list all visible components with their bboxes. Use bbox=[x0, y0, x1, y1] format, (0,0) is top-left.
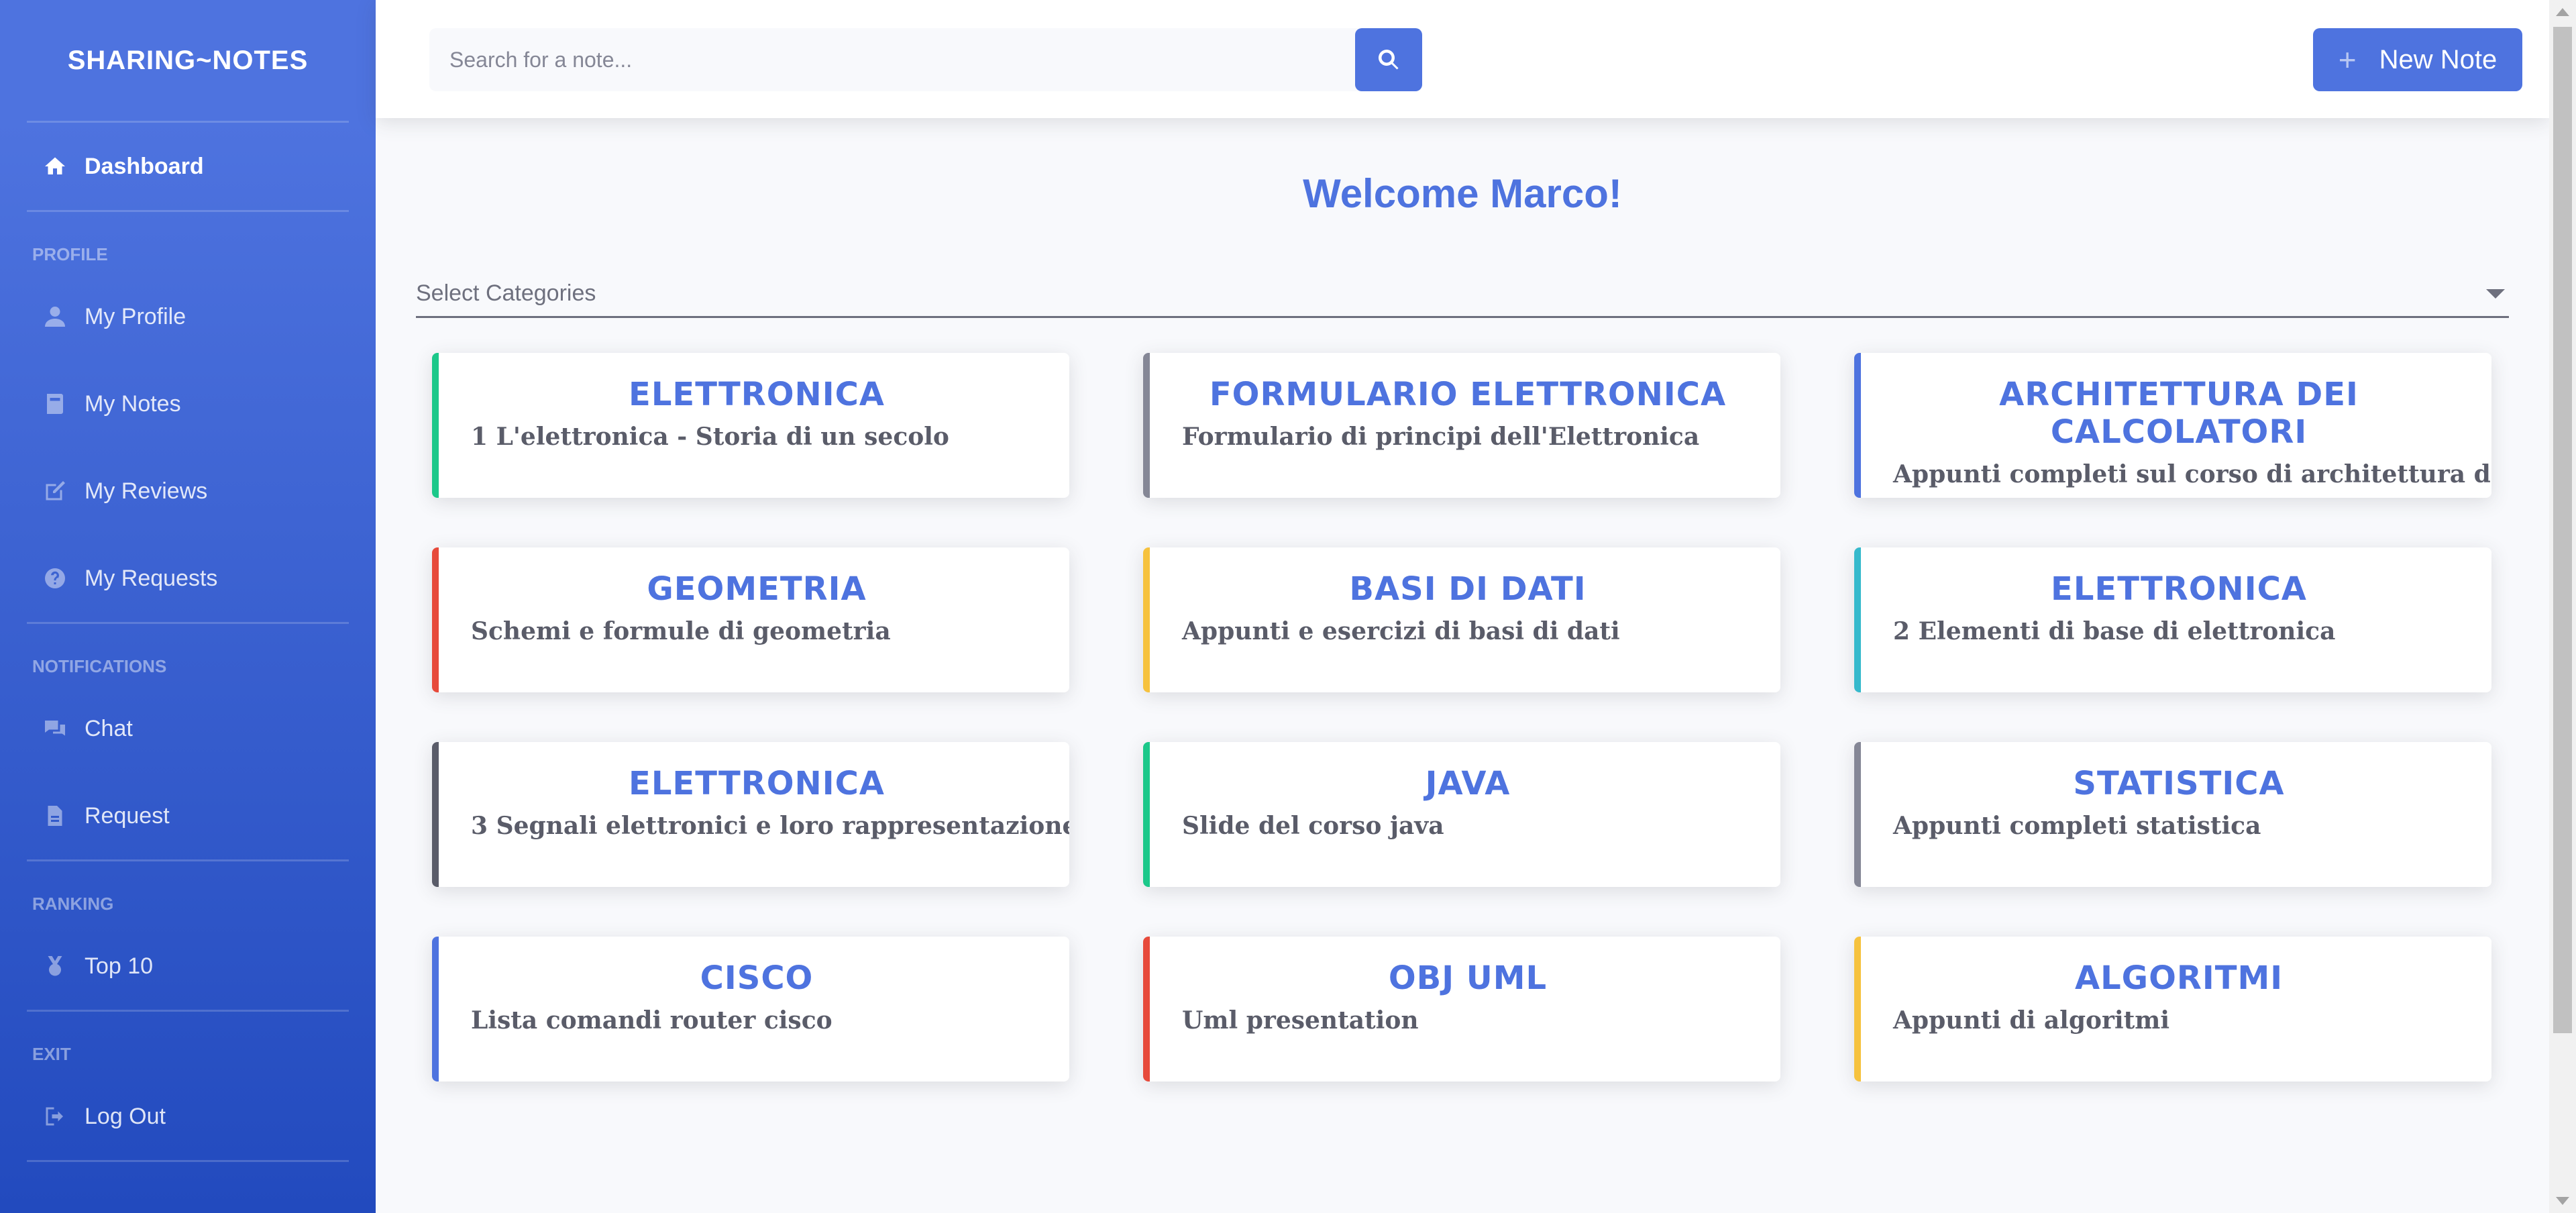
question-circle-icon bbox=[40, 564, 70, 593]
note-card-title: BASI DI DATI bbox=[1349, 570, 1587, 608]
edit-icon bbox=[40, 476, 70, 506]
note-card-title: OBJ UML bbox=[1388, 959, 1548, 997]
sidebar-item-label: My Reviews bbox=[85, 478, 208, 504]
note-card-title: ELETTRONICA bbox=[629, 765, 885, 802]
search-icon bbox=[1378, 49, 1399, 70]
note-card-description: 1 L'elettronica - Storia di un secolo bbox=[471, 423, 949, 451]
sidebar-heading-exit: EXIT bbox=[32, 1044, 71, 1064]
book-icon bbox=[40, 389, 70, 419]
sidebar-item-request[interactable]: Request bbox=[0, 772, 376, 859]
sidebar-item-log-out[interactable]: Log Out bbox=[0, 1073, 376, 1160]
welcome-heading: Welcome Marco! bbox=[1303, 171, 1622, 216]
brand-logo[interactable]: SHARING~NOTES bbox=[0, 0, 376, 121]
note-card[interactable]: BASI DI DATI Appunti e esercizi di basi d… bbox=[1143, 547, 1780, 692]
sidebar: SHARING~NOTES Dashboard PROFILE My Profi… bbox=[0, 0, 376, 1213]
scroll-up-arrow[interactable] bbox=[2556, 8, 2569, 16]
category-select[interactable]: Select Categories bbox=[416, 271, 2509, 318]
note-card[interactable]: JAVA Slide del corso java bbox=[1143, 742, 1780, 887]
comments-icon bbox=[40, 714, 70, 743]
sidebar-item-chat[interactable]: Chat bbox=[0, 685, 376, 772]
note-card-description: Formulario di principi dell'Elettronica bbox=[1182, 423, 1700, 451]
note-card[interactable]: ARCHITETTURA DEI CALCOLATORI Appunti comp… bbox=[1854, 353, 2491, 498]
note-card-description: 2 Elementi di base di elettronica bbox=[1893, 617, 2336, 645]
caret-down-icon bbox=[2486, 288, 2505, 299]
topbar: + New Note bbox=[376, 0, 2549, 118]
scrollbar[interactable] bbox=[2549, 0, 2576, 1213]
note-card-title: ELETTRONICA bbox=[629, 376, 885, 413]
note-card-description: Slide del corso java bbox=[1182, 812, 1444, 840]
note-card[interactable]: ELETTRONICA 3 Segnali elettronici e loro … bbox=[432, 742, 1069, 887]
file-icon bbox=[40, 801, 70, 831]
notes-grid: ELETTRONICA 1 L'elettronica - Storia di u… bbox=[432, 353, 2491, 1082]
sidebar-item-my-profile[interactable]: My Profile bbox=[0, 273, 376, 360]
search-button[interactable] bbox=[1355, 28, 1422, 91]
sidebar-divider bbox=[27, 1160, 349, 1162]
sidebar-item-label: Dashboard bbox=[85, 153, 204, 179]
note-card-description: Schemi e formule di geometria bbox=[471, 617, 891, 645]
note-card-description: Appunti completi statistica bbox=[1893, 812, 2261, 840]
sidebar-item-my-reviews[interactable]: My Reviews bbox=[0, 447, 376, 535]
plus-icon: + bbox=[2338, 42, 2357, 77]
note-card[interactable]: ELETTRONICA 2 Elementi di base di elettro… bbox=[1854, 547, 2491, 692]
note-card-title: FORMULARIO ELETTRONICA bbox=[1209, 376, 1727, 413]
scroll-thumb[interactable] bbox=[2553, 27, 2572, 1033]
medal-icon bbox=[40, 951, 70, 981]
note-card-description: Appunti e esercizi di basi di dati bbox=[1182, 617, 1620, 645]
note-card[interactable]: CISCO Lista comandi router cisco bbox=[432, 937, 1069, 1082]
note-card-description: Lista comandi router cisco bbox=[471, 1006, 833, 1035]
search-bar bbox=[429, 28, 1422, 91]
sidebar-heading-profile: PROFILE bbox=[32, 244, 108, 264]
note-card-title: ELETTRONICA bbox=[2051, 570, 2307, 608]
sidebar-item-label: Request bbox=[85, 802, 170, 829]
note-card-title: JAVA bbox=[1425, 765, 1511, 802]
note-card-title: ALGORITMI bbox=[2074, 959, 2284, 997]
note-card[interactable]: STATISTICA Appunti completi statistica bbox=[1854, 742, 2491, 887]
sidebar-item-label: My Profile bbox=[85, 303, 186, 329]
new-note-button[interactable]: + New Note bbox=[2313, 28, 2522, 91]
user-icon bbox=[40, 302, 70, 331]
home-icon bbox=[40, 152, 70, 181]
note-card[interactable]: GEOMETRIA Schemi e formule di geometria bbox=[432, 547, 1069, 692]
sidebar-item-label: Top 10 bbox=[85, 953, 154, 979]
note-card[interactable]: FORMULARIO ELETTRONICA Formulario di prin… bbox=[1143, 353, 1780, 498]
sidebar-item-label: Log Out bbox=[85, 1103, 166, 1129]
category-select-label: Select Categories bbox=[416, 280, 596, 306]
sidebar-item-label: Chat bbox=[85, 715, 133, 741]
sidebar-item-dashboard[interactable]: Dashboard bbox=[0, 123, 376, 210]
sidebar-item-top-10[interactable]: Top 10 bbox=[0, 922, 376, 1010]
note-card-description: 3 Segnali elettronici e loro rappresenta… bbox=[471, 812, 1069, 840]
note-card-title: STATISTICA bbox=[2073, 765, 2285, 802]
sidebar-item-label: My Requests bbox=[85, 565, 218, 591]
note-card-title: GEOMETRIA bbox=[647, 570, 867, 608]
sidebar-heading-notifications: NOTIFICATIONS bbox=[32, 656, 167, 676]
sidebar-item-my-requests[interactable]: My Requests bbox=[0, 535, 376, 622]
sidebar-item-my-notes[interactable]: My Notes bbox=[0, 360, 376, 447]
note-card-description: Appunti di algoritmi bbox=[1893, 1006, 2170, 1035]
note-card[interactable]: ELETTRONICA 1 L'elettronica - Storia di u… bbox=[432, 353, 1069, 498]
note-card[interactable]: ALGORITMI Appunti di algoritmi bbox=[1854, 937, 2491, 1082]
note-card-title: ARCHITETTURA DEI CALCOLATORI bbox=[1999, 376, 2359, 451]
note-card-description: Appunti completi sul corso di architettu… bbox=[1893, 460, 2491, 488]
main-content: Welcome Marco! Select Categories ELETTRO… bbox=[376, 118, 2549, 1213]
search-input[interactable] bbox=[429, 28, 1358, 91]
sign-out-icon bbox=[40, 1102, 70, 1131]
scroll-down-arrow[interactable] bbox=[2556, 1197, 2569, 1205]
sidebar-heading-ranking: RANKING bbox=[32, 894, 114, 914]
note-card-description: Uml presentation bbox=[1182, 1006, 1419, 1035]
sidebar-item-label: My Notes bbox=[85, 390, 181, 417]
new-note-label: New Note bbox=[2379, 44, 2498, 74]
note-card[interactable]: OBJ UML Uml presentation bbox=[1143, 937, 1780, 1082]
note-card-title: CISCO bbox=[700, 959, 814, 997]
